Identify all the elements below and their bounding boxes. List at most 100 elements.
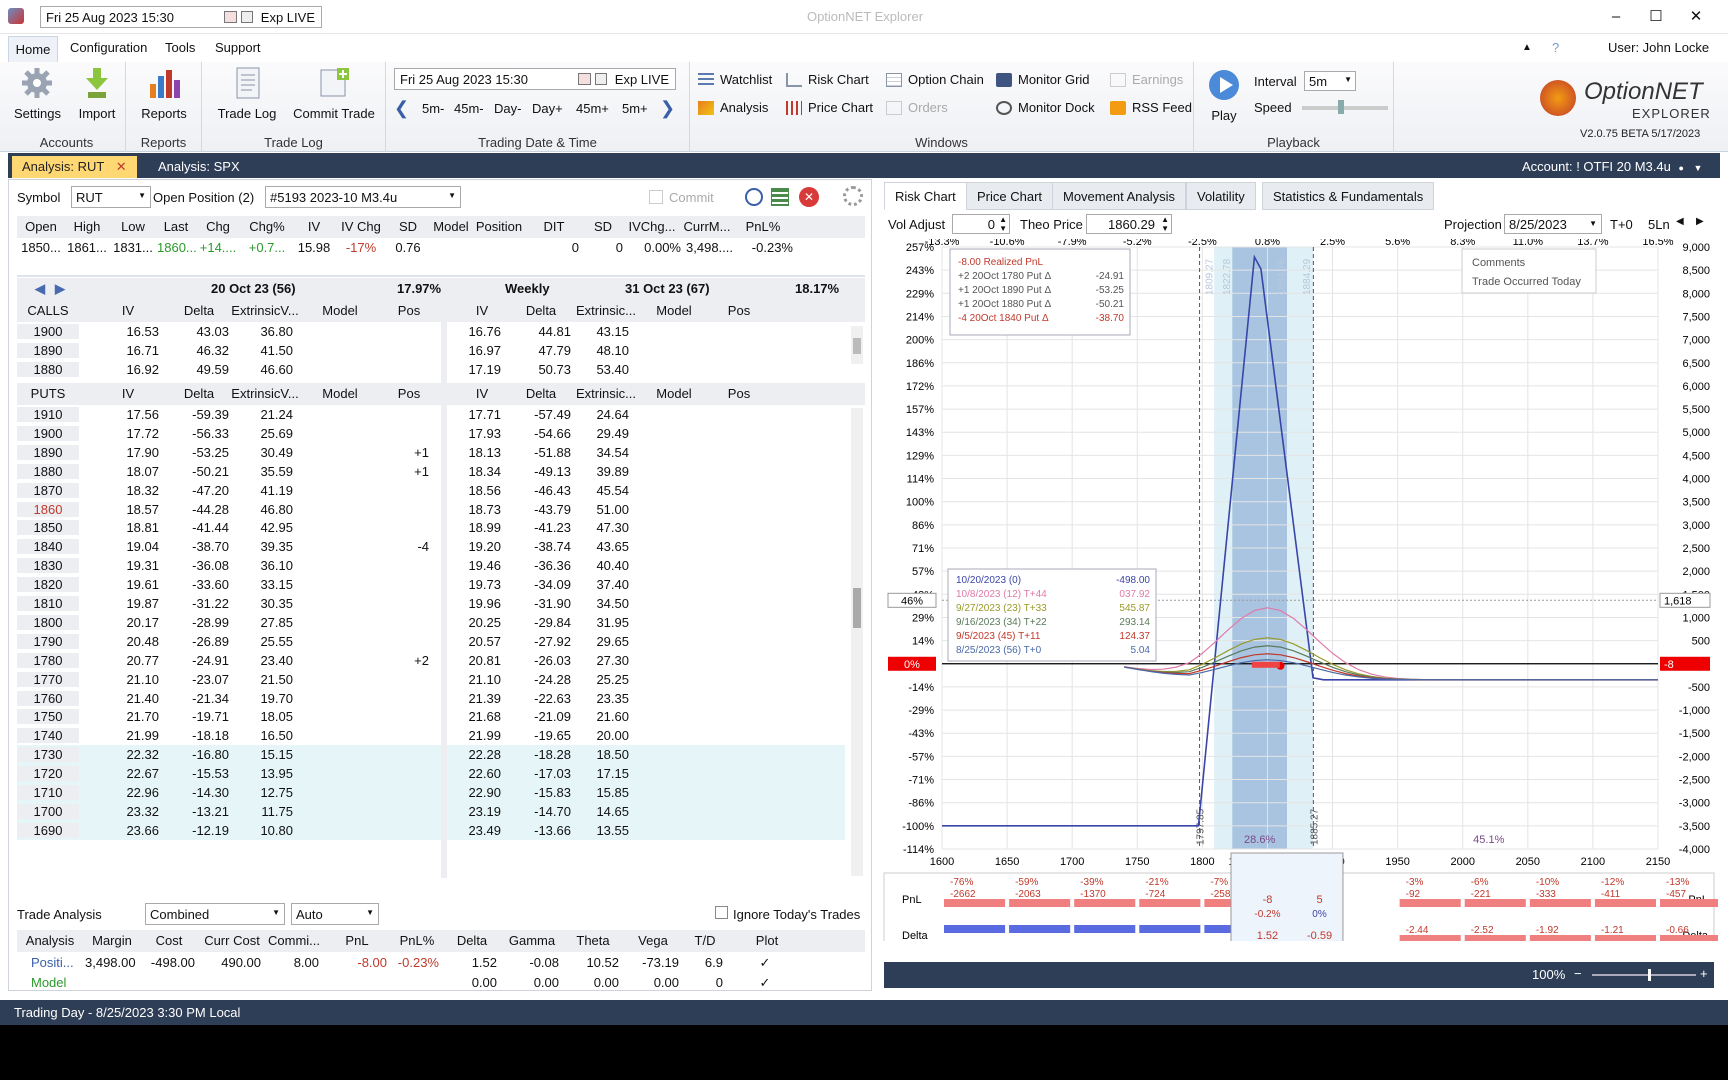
chain-row[interactable]: 1870 18.32 -47.20 41.19 18.56 -46.43 45.54	[17, 481, 845, 500]
puts-scroll-thumb[interactable]	[853, 588, 861, 628]
speed-slider[interactable]	[1302, 100, 1388, 114]
chain-row[interactable]: 1890 16.71 46.32 41.50 16.97 47.79 48.10	[17, 341, 845, 360]
import-button[interactable]: Import	[74, 66, 120, 121]
menu-configuration[interactable]: Configuration	[70, 40, 147, 55]
spinner-icon[interactable]: ▲ ▼	[999, 215, 1007, 233]
chain-row[interactable]: 1720 22.67 -15.53 13.95 22.60 -17.03 17.15	[17, 764, 845, 784]
chain-row[interactable]: 1700 23.32 -13.21 11.75 23.19 -14.70 14.65	[17, 801, 845, 821]
menu-tools[interactable]: Tools	[165, 40, 195, 55]
chain-row[interactable]: 1900 17.72 -56.33 25.69 17.93 -54.66 29.49	[17, 424, 845, 443]
monitor-dock-button[interactable]: Monitor Dock	[996, 98, 1095, 118]
close-position-icon[interactable]: ✕	[799, 187, 819, 207]
reports-button[interactable]: Reports	[134, 66, 194, 121]
chain-row[interactable]: 1740 21.99 -18.18 16.50 21.99 -19.65 20.00	[17, 726, 845, 745]
chain-row[interactable]: 1750 21.70 -19.71 18.05 21.68 -21.09 21.60	[17, 707, 845, 726]
step-day-back[interactable]: Day-	[494, 101, 521, 116]
analysis-mode-select[interactable]: Combined ▼	[145, 903, 285, 925]
step-day-forward[interactable]: Day+	[532, 101, 563, 116]
chain-row[interactable]: 1900 16.53 43.03 36.80 16.76 44.81 43.15	[17, 322, 845, 341]
close-tab-icon[interactable]: ✕	[116, 159, 127, 174]
zoom-slider[interactable]	[1592, 969, 1696, 981]
step-5m-back[interactable]: 5m-	[422, 101, 444, 116]
chain-row[interactable]: 1770 21.10 -23.07 21.50 21.10 -24.28 25.25	[17, 670, 845, 689]
speed-slider-thumb[interactable]	[1338, 100, 1344, 114]
account-selector[interactable]: Account: ! OTFI 20 M3.4u ● ▼	[1512, 156, 1712, 178]
step-5m-forward[interactable]: 5m+	[622, 101, 648, 116]
tab-volatility[interactable]: Volatility	[1186, 182, 1256, 210]
tab-risk-chart[interactable]: Risk Chart	[884, 182, 967, 210]
step-45m-forward[interactable]: 45m+	[576, 101, 609, 116]
risk-chart-button[interactable]: Risk Chart	[786, 70, 869, 90]
interval-select[interactable]: 5m ▼	[1304, 71, 1356, 91]
symbol-select[interactable]: RUT ▼	[71, 186, 151, 208]
ribbon-calendar-icon[interactable]	[578, 73, 591, 85]
chain-row[interactable]: 1830 19.31 -36.08 36.10 19.46 -36.36 40.40	[17, 556, 845, 575]
chain-row[interactable]: 1800 20.17 -28.99 27.85 20.25 -29.84 31.95	[17, 613, 845, 632]
chain-row[interactable]: 1710 22.96 -14.30 12.75 22.90 -15.83 15.85	[17, 783, 845, 802]
ribbon-exp-toggle-icon[interactable]	[595, 73, 607, 85]
next-expiry-icon[interactable]: ▶	[55, 281, 65, 297]
option-chain-button[interactable]: Option Chain	[886, 70, 984, 90]
chain-row[interactable]: 1910 17.56 -59.39 21.24 17.71 -57.49 24.64	[17, 405, 845, 424]
chain-row[interactable]: 1790 20.48 -26.89 25.55 20.57 -27.92 29.65	[17, 632, 845, 651]
calls-scroll-thumb[interactable]	[853, 338, 861, 354]
zoom-out-icon[interactable]: −	[1574, 966, 1582, 981]
step-back-icon[interactable]: ❮	[394, 98, 409, 119]
position-select[interactable]: #5193 2023-10 M3.4u ▼	[265, 186, 461, 208]
excel-icon[interactable]	[771, 188, 789, 206]
tab-price-chart[interactable]: Price Chart	[966, 182, 1054, 210]
chain-row[interactable]: 1810 19.87 -31.22 30.35 19.96 -31.90 34.50	[17, 594, 845, 613]
tab-statistics-fundamentals[interactable]: Statistics & Fundamentals	[1262, 182, 1435, 210]
analysis-row[interactable]: Model 0.00 0.00 0.00 0.00 0 ✓	[17, 974, 865, 993]
trade-log-button[interactable]: Trade Log	[214, 66, 280, 121]
settings-gear-icon[interactable]	[843, 186, 863, 206]
vol-adjust-input[interactable]: 0 ▲ ▼	[952, 214, 1010, 234]
chain-row[interactable]: 1880 16.92 49.59 46.60 17.19 50.73 53.40	[17, 360, 845, 379]
watchlist-button[interactable]: Watchlist	[698, 70, 772, 90]
next-icon[interactable]: ▶	[1696, 216, 1704, 227]
chain-row[interactable]: 1730 22.32 -16.80 15.15 22.28 -18.28 18.50	[17, 745, 845, 765]
chain-row[interactable]: 1820 19.61 -33.60 33.15 19.73 -34.09 37.40	[17, 575, 845, 594]
menu-home[interactable]: Home	[8, 36, 58, 63]
step-forward-icon[interactable]: ❯	[660, 98, 675, 119]
chain-row[interactable]: 1840 19.04 -38.70 39.35 -4 19.20 -38.74 43.65	[17, 537, 845, 556]
close-window-button[interactable]: ✕	[1678, 6, 1714, 28]
tab-movement-analysis[interactable]: Movement Analysis	[1052, 182, 1186, 210]
puts-scrollbar[interactable]	[851, 408, 863, 876]
title-datetime-box[interactable]: Fri 25 Aug 2023 15:30 Exp LIVE	[40, 6, 322, 28]
orders-button[interactable]: Orders	[886, 98, 948, 118]
chain-row[interactable]: 1760 21.40 -21.34 19.70 21.39 -22.63 23.35	[17, 689, 845, 708]
maximize-button[interactable]: ☐	[1638, 6, 1674, 28]
earnings-button[interactable]: Earnings	[1110, 70, 1183, 90]
zoom-in-icon[interactable]: +	[1700, 966, 1708, 981]
auto-select[interactable]: Auto ▼	[291, 903, 379, 925]
spinner-icon[interactable]: ▲ ▼	[1161, 215, 1169, 233]
chain-row[interactable]: 1690 23.66 -12.19 10.80 23.49 -13.66 13.55	[17, 820, 845, 840]
calendar-icon[interactable]	[224, 11, 237, 23]
analysis-row[interactable]: Positi... 3,498.00 -498.00 490.00 8.00 -8.00-…	[17, 954, 865, 973]
play-button[interactable]: Play	[1204, 68, 1244, 123]
tab-analysis-spx[interactable]: Analysis: SPX	[148, 156, 250, 178]
prev-icon[interactable]: ◀	[1676, 216, 1684, 227]
tab-analysis-rut[interactable]: Analysis: RUT ✕	[12, 156, 137, 178]
prev-expiry-icon[interactable]: ◀	[35, 281, 45, 297]
chain-row[interactable]: 1860 18.57 -44.28 46.80 18.73 -43.79 51.00	[17, 500, 845, 519]
analysis-button[interactable]: Analysis	[698, 98, 768, 118]
price-chart-button[interactable]: Price Chart	[786, 98, 873, 118]
splitter[interactable]	[17, 275, 865, 277]
ignore-trades-checkbox[interactable]	[715, 906, 728, 919]
collapse-ribbon-icon[interactable]: ▲	[1522, 42, 1532, 53]
ribbon-datetime-box[interactable]: Fri 25 Aug 2023 15:30 Exp LIVE	[394, 68, 676, 90]
minimize-button[interactable]: –	[1598, 6, 1634, 28]
exp-toggle-icon[interactable]	[241, 11, 253, 23]
projection-select[interactable]: 8/25/2023 ▼	[1504, 214, 1602, 234]
help-icon[interactable]: ?	[1552, 40, 1559, 55]
search-icon[interactable]	[745, 188, 763, 206]
chain-row[interactable]: 1850 18.81 -41.44 42.95 18.99 -41.23 47.30	[17, 518, 845, 537]
rss-feed-button[interactable]: RSS Feed	[1110, 98, 1192, 118]
zoom-slider-thumb[interactable]	[1648, 969, 1651, 981]
commit-button[interactable]: Commit	[649, 190, 714, 205]
monitor-grid-button[interactable]: Monitor Grid	[996, 70, 1090, 90]
chain-row[interactable]: 1780 20.77 -24.91 23.40 +2 20.81 -26.03 27.30	[17, 651, 845, 670]
settings-button[interactable]: Settings	[14, 66, 61, 121]
